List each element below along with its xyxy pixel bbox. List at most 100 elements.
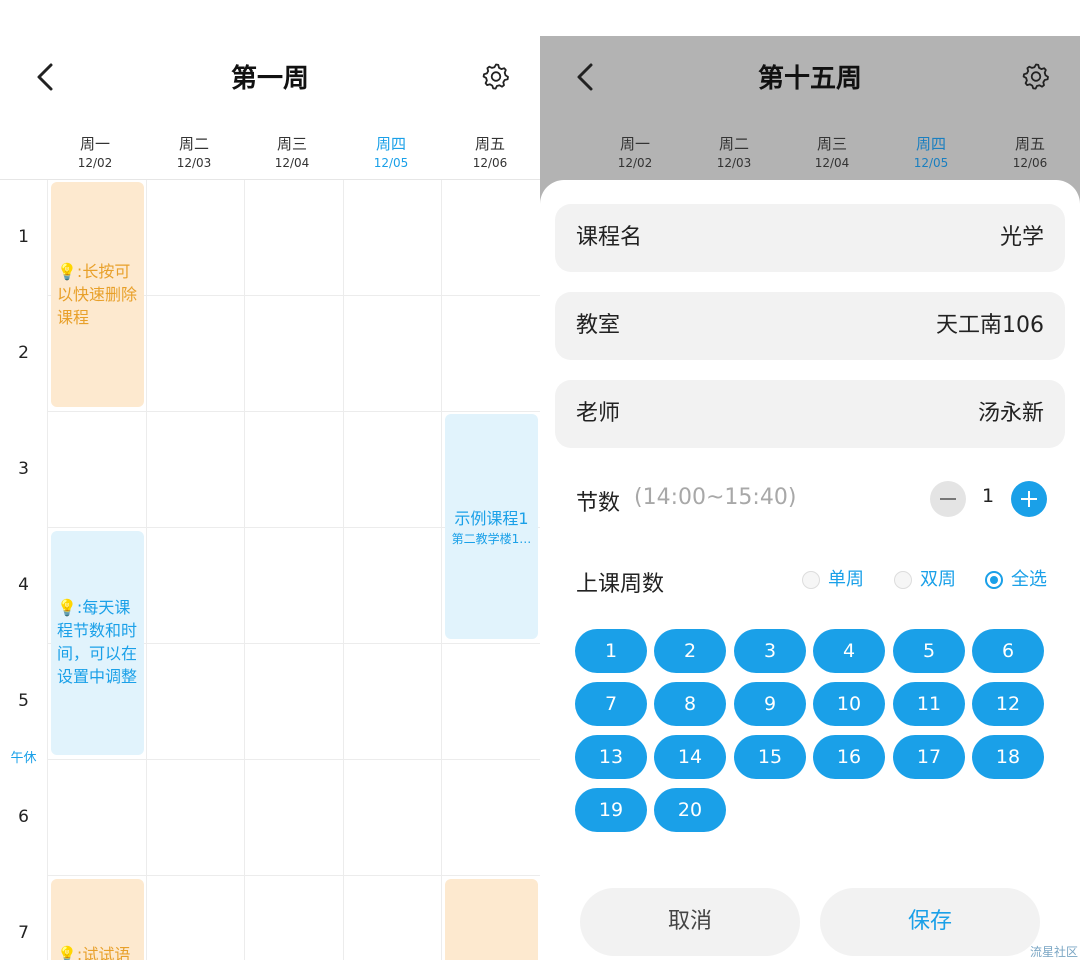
teacher-label: 老师: [576, 401, 621, 426]
course-card-text: 💡:长按可以快速删除课程: [57, 262, 138, 327]
day-name: 周四: [375, 135, 406, 153]
radio-circle-icon: [894, 571, 912, 589]
radio-label: 全选: [1011, 569, 1047, 590]
week-chip[interactable]: 12: [972, 682, 1044, 726]
day-date: 12/06: [472, 156, 508, 170]
day-column-header: 周二 12/03: [685, 134, 783, 172]
day-date: 12/03: [176, 156, 212, 170]
radio-label: 单周: [828, 569, 864, 590]
section-number: 7: [18, 923, 29, 943]
timetable-panel: 第一周 周一 12/02 周二 12/03 周三 12/04 周四 12/05: [0, 0, 540, 960]
save-button[interactable]: 保存: [820, 888, 1040, 956]
day-date: 12/04: [274, 156, 310, 170]
section-number: 4: [18, 575, 29, 595]
minus-icon[interactable]: [930, 481, 966, 517]
week-chip[interactable]: 17: [893, 735, 965, 779]
day-date: 12/04: [814, 156, 850, 170]
noon-break-label: 午休: [10, 751, 37, 766]
week-chip[interactable]: 4: [813, 629, 885, 673]
section-number: 3: [18, 459, 29, 479]
course-card-text: 💡:试试语: [57, 945, 131, 960]
week-chip[interactable]: 5: [893, 629, 965, 673]
header: 第一周: [0, 36, 540, 116]
plus-icon[interactable]: [1011, 481, 1047, 517]
page-title: 第十五周: [757, 64, 862, 94]
day-name: 周二: [718, 135, 749, 153]
grid-line: [146, 180, 147, 960]
week-chip[interactable]: 14: [654, 735, 726, 779]
weekday-header: 周一 12/02 周二 12/03 周三 12/04 周四 12/05 周五 1…: [586, 134, 1080, 174]
course-card[interactable]: [445, 879, 538, 960]
day-column-header: 周二 12/03: [145, 134, 243, 172]
course-card[interactable]: 💡:试试语: [51, 879, 144, 960]
day-name: 周三: [276, 135, 307, 153]
day-date: 12/02: [617, 156, 653, 170]
day-column-header: 周五 12/06: [981, 134, 1079, 172]
edit-course-panel: 第十五周 周一 12/02 周二 12/03 周三 12/04 周四 12/05…: [540, 0, 1080, 960]
sections-count: 1: [981, 485, 995, 507]
week-chip[interactable]: 6: [972, 629, 1044, 673]
teacher-field[interactable]: 老师 汤永新: [555, 380, 1065, 448]
day-name: 周四: [915, 135, 946, 153]
week-chip[interactable]: 2: [654, 629, 726, 673]
grid-line: [244, 180, 245, 960]
classroom-label: 教室: [576, 313, 621, 338]
section-number: 6: [18, 807, 29, 827]
week-chip[interactable]: 19: [575, 788, 647, 832]
week-chip[interactable]: 20: [654, 788, 726, 832]
grid-line: [441, 180, 442, 960]
classroom-field[interactable]: 教室 天工南106: [555, 292, 1065, 360]
radio-selected-icon: [985, 571, 1003, 589]
day-name: 周五: [474, 135, 505, 153]
week-chip[interactable]: 15: [734, 735, 806, 779]
week-chip[interactable]: 18: [972, 735, 1044, 779]
week-chip[interactable]: 10: [813, 682, 885, 726]
day-name: 周二: [178, 135, 209, 153]
course-card[interactable]: 💡:长按可以快速删除课程: [51, 182, 144, 407]
radio-label: 双周: [920, 569, 956, 590]
weekday-header: 周一 12/02 周二 12/03 周三 12/04 周四 12/05 周五 1…: [46, 134, 540, 174]
course-card-text: 💡:每天课程节数和时间，可以在设置中调整: [57, 598, 138, 686]
day-column-header: 周一 12/02: [586, 134, 684, 172]
day-column-header: 周五 12/06: [441, 134, 539, 172]
week-chip[interactable]: 13: [575, 735, 647, 779]
teacher-value[interactable]: 汤永新: [978, 380, 1044, 448]
week-chip[interactable]: 16: [813, 735, 885, 779]
cancel-button[interactable]: 取消: [580, 888, 800, 956]
day-column-header: 周三 12/04: [243, 134, 341, 172]
settings-gear-icon[interactable]: [1022, 62, 1050, 90]
course-name-label: 课程名: [576, 225, 643, 250]
course-name-value[interactable]: 光学: [1000, 204, 1044, 272]
sections-label: 节数: [576, 491, 621, 516]
course-card[interactable]: 💡:每天课程节数和时间，可以在设置中调整: [51, 531, 144, 755]
classroom-value[interactable]: 天工南106: [936, 292, 1044, 360]
watermark: 流星社区: [1029, 945, 1078, 959]
week-chip[interactable]: 1: [575, 629, 647, 673]
day-column-header-today: 周四 12/05: [342, 134, 440, 172]
grid-line: [343, 180, 344, 960]
screen: 第一周 周一 12/02 周二 12/03 周三 12/04 周四 12/05: [0, 0, 1080, 960]
section-number: 2: [18, 343, 29, 363]
week-chip[interactable]: 9: [734, 682, 806, 726]
day-date: 12/05: [913, 156, 949, 170]
week-chip[interactable]: 8: [654, 682, 726, 726]
page-title: 第一周: [230, 64, 309, 94]
grid-line: [47, 180, 48, 960]
course-name-field[interactable]: 课程名 光学: [555, 204, 1065, 272]
week-chip[interactable]: 7: [575, 682, 647, 726]
weeks-label: 上课周数: [576, 572, 665, 597]
grid-line: [47, 875, 540, 876]
course-card-title: 示例课程1: [454, 509, 529, 528]
grid-divider: [0, 179, 540, 180]
settings-gear-icon[interactable]: [482, 62, 510, 90]
grid-line: [47, 759, 540, 760]
day-name: 周一: [79, 135, 110, 153]
day-name: 周三: [816, 135, 847, 153]
course-card-location: 第二教学楼1…: [451, 532, 532, 546]
sections-time-hint: (14:00~15:40): [634, 485, 797, 510]
course-card[interactable]: 示例课程1 第二教学楼1…: [445, 414, 538, 639]
week-chip[interactable]: 11: [893, 682, 965, 726]
day-date: 12/02: [77, 156, 113, 170]
section-number: 1: [18, 227, 29, 247]
week-chip[interactable]: 3: [734, 629, 806, 673]
